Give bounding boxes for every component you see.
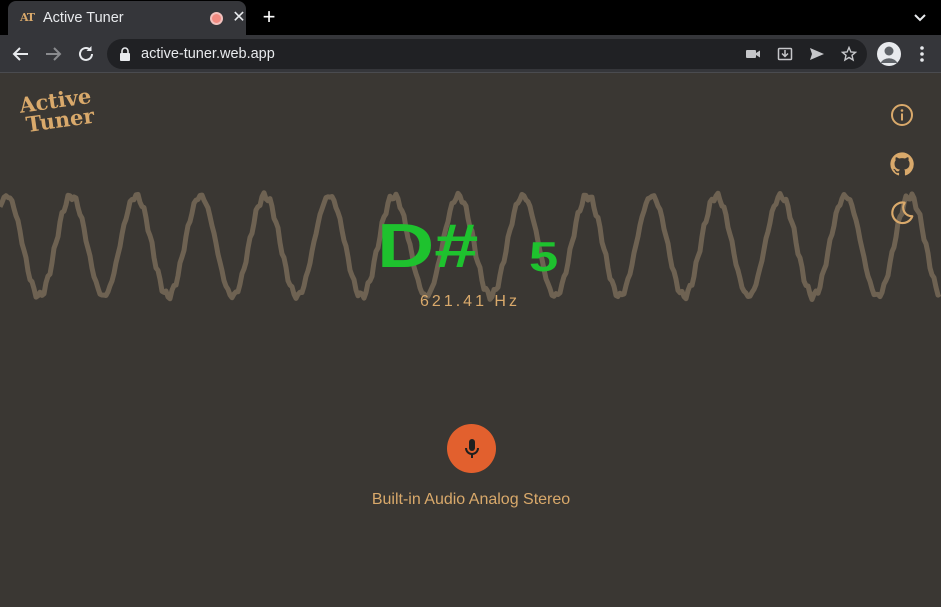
more-vertical-icon xyxy=(920,46,924,62)
app-page: Active Tuner D# 5 621.41 Hz Built-in Aud… xyxy=(0,74,941,607)
camera-in-use-button[interactable] xyxy=(744,45,762,63)
tab-close-button[interactable]: ✕ xyxy=(230,8,248,28)
person-icon xyxy=(880,46,898,63)
tab-active-tuner[interactable]: AT Active Tuner ✕ xyxy=(8,1,246,35)
tab-search-button[interactable] xyxy=(910,8,930,28)
bookmark-button[interactable] xyxy=(840,45,858,63)
github-icon xyxy=(890,152,914,176)
url-text: active-tuner.web.app xyxy=(141,46,275,62)
reload-icon xyxy=(79,46,93,61)
tab-strip: AT Active Tuner ✕ + xyxy=(0,0,941,35)
tab-title: Active Tuner xyxy=(43,10,124,26)
frequency-readout: 621.41 Hz xyxy=(420,293,520,310)
moon-icon xyxy=(891,201,914,225)
send-icon xyxy=(810,48,824,60)
chevron-down-icon xyxy=(914,14,926,22)
install-app-button[interactable] xyxy=(776,45,794,63)
microphone-icon xyxy=(464,438,479,458)
browser-toolbar: active-tuner.web.app xyxy=(0,35,941,73)
info-button[interactable] xyxy=(889,102,915,128)
favicon: AT xyxy=(20,11,35,24)
new-tab-button[interactable]: + xyxy=(258,6,280,28)
send-to-devices-button[interactable] xyxy=(808,45,826,63)
reload-button[interactable] xyxy=(74,43,98,65)
info-icon xyxy=(891,104,913,126)
back-button[interactable] xyxy=(9,43,33,65)
arrow-left-icon xyxy=(12,47,28,61)
address-bar[interactable]: active-tuner.web.app xyxy=(107,39,867,69)
browser-menu-button[interactable] xyxy=(914,43,930,65)
app-logo[interactable]: Active Tuner xyxy=(18,83,114,145)
recording-indicator-icon xyxy=(210,12,223,25)
microphone-button[interactable] xyxy=(447,424,496,473)
profile-avatar-button[interactable] xyxy=(877,42,901,66)
arrow-right-icon xyxy=(46,47,62,61)
forward-button[interactable] xyxy=(41,43,65,65)
github-button[interactable] xyxy=(889,151,915,177)
theme-toggle-button[interactable] xyxy=(889,200,915,226)
star-icon xyxy=(841,46,857,62)
install-icon xyxy=(777,47,793,61)
note-octave: 5 xyxy=(529,233,559,280)
lock-icon xyxy=(120,47,130,61)
video-camera-icon xyxy=(746,50,760,58)
detected-note: D# 5 xyxy=(377,214,587,280)
note-letter: D# xyxy=(377,212,479,281)
audio-device-label: Built-in Audio Analog Stereo xyxy=(371,491,571,508)
